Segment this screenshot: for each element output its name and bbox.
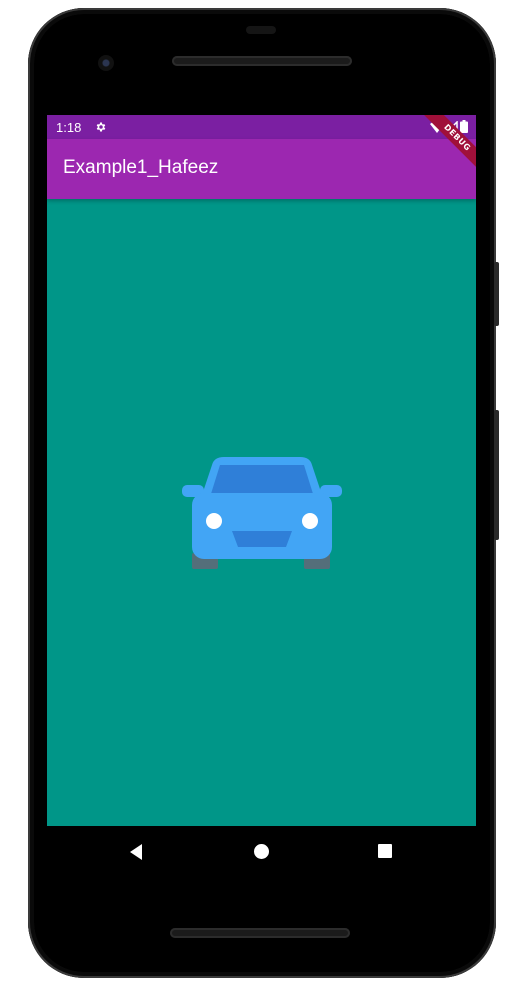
car-icon (182, 457, 342, 569)
app-screen: 1:18 Example1_Hafeez DEBUG (47, 115, 476, 826)
front-camera (98, 55, 114, 71)
power-button (494, 262, 499, 326)
gear-icon (96, 122, 106, 132)
status-time: 1:18 (56, 120, 82, 135)
app-bar: Example1_Hafeez (47, 139, 476, 199)
battery-icon (460, 120, 468, 133)
home-circle-icon[interactable] (253, 843, 270, 860)
status-bar: 1:18 (47, 115, 476, 139)
bottom-speaker (170, 928, 350, 938)
earpiece-speaker (172, 56, 352, 66)
proximity-sensor (246, 26, 276, 34)
recents-square-icon[interactable] (377, 843, 393, 859)
volume-button (494, 410, 499, 540)
navigation-bar (47, 826, 476, 876)
back-triangle-icon[interactable] (128, 843, 144, 861)
app-title: Example1_Hafeez (63, 157, 219, 178)
